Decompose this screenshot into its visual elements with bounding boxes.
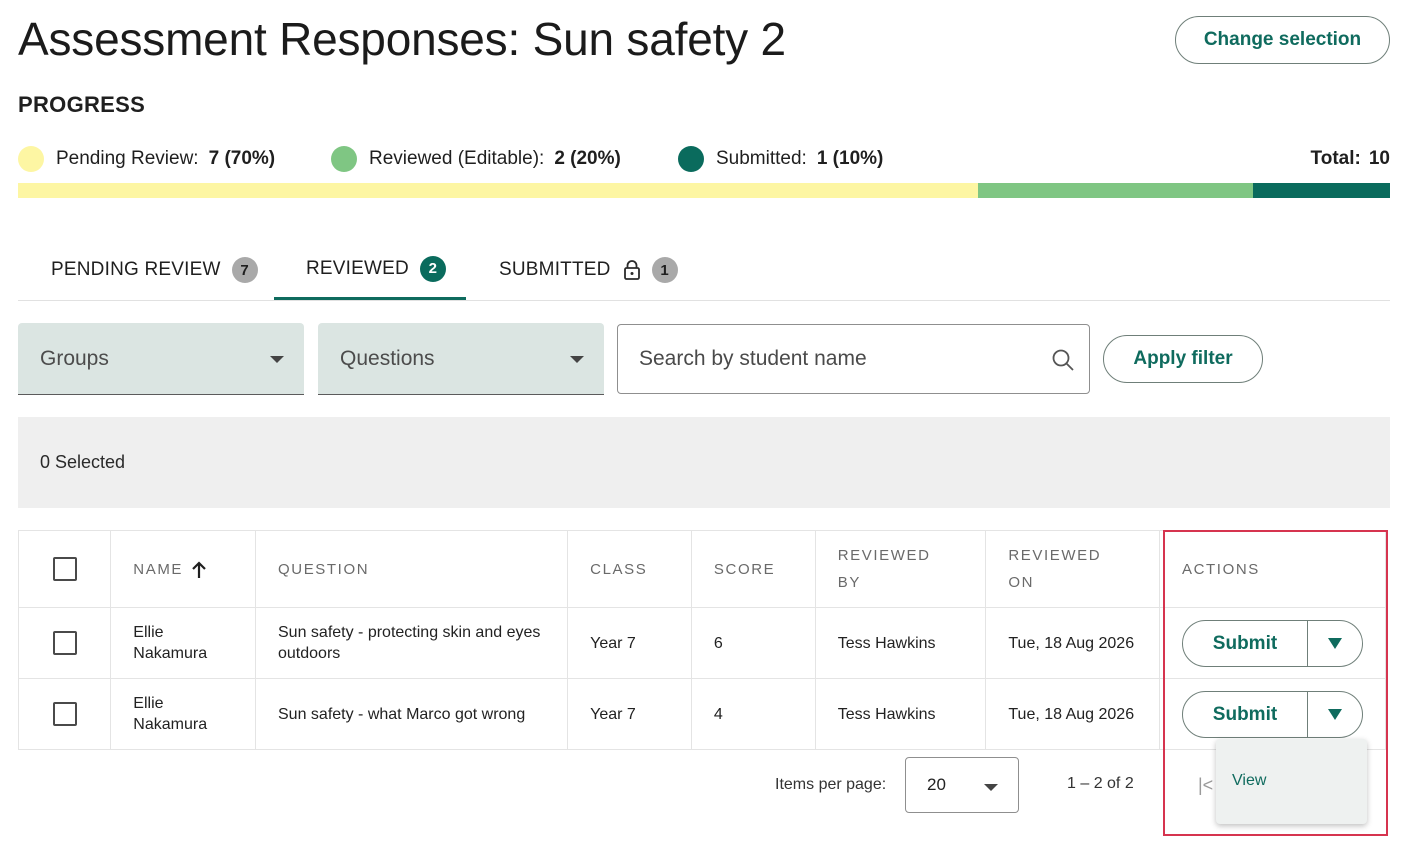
tab-bar: PENDING REVIEW 7 REVIEWED 2 SUBMITTED 1 <box>18 240 1390 301</box>
actions-dropdown-menu: View <box>1216 739 1367 824</box>
page-range: 1 – 2 of 2 <box>1067 775 1134 792</box>
caret-down-icon <box>984 784 998 791</box>
cell-class: Year 7 <box>567 678 692 750</box>
table-row: Ellie Nakamura Sun safety - protecting s… <box>17 607 1386 679</box>
cell-reviewed-on: Tue, 18 Aug 2026 <box>985 607 1160 679</box>
groups-select[interactable]: Groups <box>18 323 304 395</box>
legend-reviewed-value: 2 (20%) <box>554 148 621 169</box>
questions-select[interactable]: Questions <box>318 323 604 395</box>
groups-select-label: Groups <box>40 346 109 370</box>
select-all-cell <box>17 530 112 608</box>
cell-score: 4 <box>690 678 816 750</box>
header-actions: ACTIONS <box>1159 530 1386 608</box>
items-per-page-value: 20 <box>927 775 946 794</box>
legend-submitted-label: Submitted: <box>716 148 807 169</box>
progress-segment-reviewed <box>978 183 1253 198</box>
row-checkbox[interactable] <box>52 631 77 655</box>
total-label: Total: <box>1310 148 1361 169</box>
search-input[interactable]: Search by student name <box>617 324 1090 394</box>
submit-button[interactable]: Submit <box>1183 620 1308 666</box>
legend-submitted-value: 1 (10%) <box>816 148 884 169</box>
search-icon <box>1052 349 1074 371</box>
legend-pending-value: 7 (70%) <box>208 148 276 169</box>
caret-down-icon <box>1328 637 1342 649</box>
cell-class: Year 7 <box>567 607 692 679</box>
legend-pending: Pending Review: 7 (70%) <box>18 146 275 172</box>
actions-dropdown-toggle[interactable] <box>1308 621 1362 666</box>
cell-name: Ellie Nakamura <box>110 678 256 750</box>
caret-down-icon <box>1328 708 1342 720</box>
caret-down-icon <box>270 356 284 363</box>
menu-item-view[interactable]: View <box>1232 772 1266 790</box>
legend-reviewed-label: Reviewed (Editable): <box>369 148 545 169</box>
progress-heading: PROGRESS <box>18 92 146 117</box>
selected-count: 0 Selected <box>40 452 126 472</box>
apply-filter-button[interactable]: Apply filter <box>1103 335 1263 383</box>
cell-reviewed-on: Tue, 18 Aug 2026 <box>985 678 1160 750</box>
tab-submitted[interactable]: SUBMITTED 1 <box>499 240 678 300</box>
total-value: 10 <box>1368 148 1390 169</box>
submit-split-button: Submit <box>1182 690 1363 738</box>
tab-submitted-label: SUBMITTED <box>499 259 611 280</box>
sort-ascending-icon[interactable] <box>191 560 207 579</box>
actions-dropdown-toggle[interactable] <box>1308 692 1362 737</box>
legend-submitted: Submitted: 1 (10%) <box>678 146 883 172</box>
submit-button[interactable]: Submit <box>1183 691 1308 737</box>
tab-reviewed-label: REVIEWED <box>306 257 409 279</box>
header-reviewed-on: REVIEWED ON <box>985 530 1160 608</box>
items-per-page-label: Items per page: <box>775 776 887 793</box>
header-name[interactable]: NAME <box>110 530 256 608</box>
row-select-cell <box>17 678 112 750</box>
select-all-checkbox[interactable] <box>52 557 77 581</box>
cell-actions: Submit <box>1159 607 1386 679</box>
header-reviewed-by: REVIEWED BY <box>814 530 987 608</box>
cell-question: Sun safety - protecting skin and eyes ou… <box>254 607 569 679</box>
submitted-dot-icon <box>678 146 704 172</box>
header-score: SCORE <box>690 530 816 608</box>
page-title: Assessment Responses: Sun safety 2 <box>18 13 786 65</box>
tab-pending-review-count: 7 <box>231 257 258 283</box>
tab-pending-review[interactable]: PENDING REVIEW 7 <box>51 240 258 300</box>
responses-table: NAME QUESTION CLASS SCORE REVIEWED BY RE… <box>17 530 1386 750</box>
row-select-cell <box>17 607 112 679</box>
selection-bar: 0 Selected <box>18 417 1390 508</box>
table-row: Ellie Nakamura Sun safety - what Marco g… <box>17 678 1386 750</box>
row-checkbox[interactable] <box>52 702 77 726</box>
first-page-icon[interactable]: |< <box>1198 775 1213 796</box>
search-placeholder: Search by student name <box>639 347 867 370</box>
cell-reviewed-by: Tess Hawkins <box>814 678 987 750</box>
change-selection-button[interactable]: Change selection <box>1175 16 1390 64</box>
table-header-row: NAME QUESTION CLASS SCORE REVIEWED BY RE… <box>17 530 1386 608</box>
cell-reviewed-by: Tess Hawkins <box>814 607 987 679</box>
progress-segment-pending <box>18 183 979 198</box>
tab-reviewed-count: 2 <box>419 255 446 282</box>
cell-question: Sun safety - what Marco got wrong <box>254 678 569 750</box>
tab-submitted-count: 1 <box>651 257 678 283</box>
cell-name: Ellie Nakamura <box>110 607 256 679</box>
tab-reviewed[interactable]: REVIEWED 2 <box>274 240 466 300</box>
progress-segment-submitted <box>1252 183 1390 198</box>
items-per-page-select[interactable]: 20 <box>905 757 1019 813</box>
tab-pending-review-label: PENDING REVIEW <box>51 259 221 280</box>
caret-down-icon <box>570 356 584 363</box>
cell-score: 6 <box>690 607 816 679</box>
pending-dot-icon <box>18 146 44 172</box>
legend-pending-label: Pending Review: <box>56 148 199 169</box>
reviewed-dot-icon <box>331 146 357 172</box>
lock-icon <box>623 260 640 280</box>
legend-reviewed: Reviewed (Editable): 2 (20%) <box>331 146 621 172</box>
questions-select-label: Questions <box>340 346 435 370</box>
progress-bar <box>18 183 1390 198</box>
header-question: QUESTION <box>254 530 569 608</box>
header-class: CLASS <box>567 530 692 608</box>
total-count: Total: 10 <box>1311 148 1390 170</box>
submit-split-button: Submit <box>1182 619 1363 667</box>
